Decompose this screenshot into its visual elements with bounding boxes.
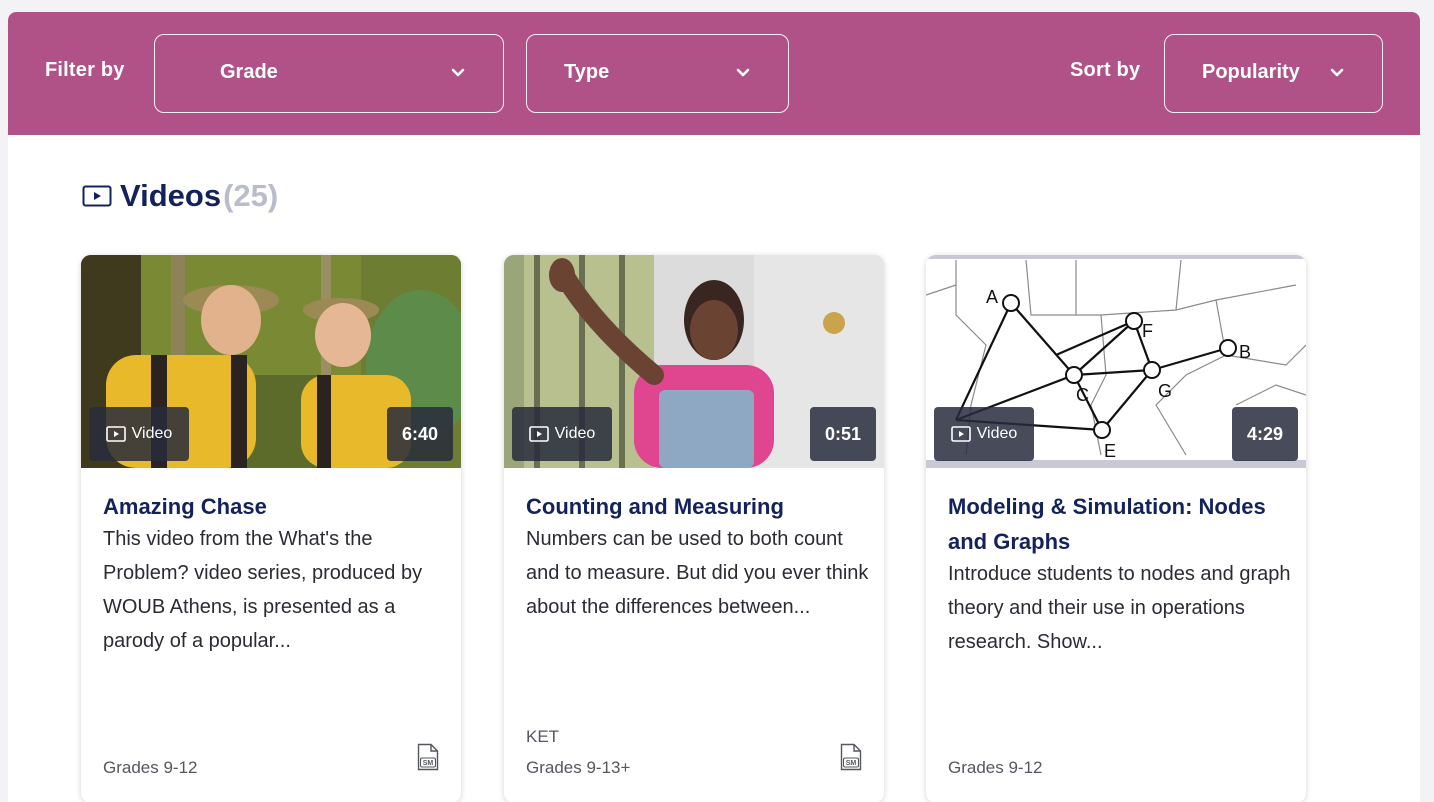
graph-node-label: G — [1158, 381, 1172, 401]
duration-badge: 6:40 — [387, 407, 453, 461]
chevron-down-icon — [736, 68, 750, 77]
video-card[interactable]: Video 0:51 Counting and Measuring Number… — [504, 255, 884, 802]
card-description: This video from the What's the Problem? … — [103, 528, 423, 652]
section-heading: Videos (25) — [82, 176, 278, 216]
video-thumbnail[interactable]: A F B C G E Video 4:29 — [926, 255, 1306, 468]
video-play-icon — [105, 426, 126, 442]
video-type-label: Video — [554, 425, 596, 442]
graph-node-label: E — [1104, 441, 1116, 461]
video-thumbnail[interactable]: Video 6:40 — [81, 255, 461, 468]
card-grades: Grades 9-12 — [103, 758, 198, 777]
page: Filter by Grade Type Sort by Popularity — [8, 12, 1420, 802]
video-thumbnail[interactable]: Video 0:51 — [504, 255, 884, 468]
video-play-icon — [82, 185, 112, 207]
section-count: (25) — [223, 178, 279, 213]
card-title[interactable]: Amazing Chase — [103, 489, 443, 524]
sm-icon-text: SM — [423, 760, 434, 767]
grade-dropdown[interactable]: Grade — [154, 34, 504, 113]
sm-document-icon: SM — [840, 743, 862, 771]
duration-badge: 0:51 — [810, 407, 876, 461]
sort-dropdown[interactable]: Popularity — [1164, 34, 1383, 113]
filter-by-label: Filter by — [45, 59, 125, 81]
graph-node-label: F — [1142, 321, 1153, 341]
video-play-icon — [950, 426, 971, 442]
sm-document-icon: SM — [417, 743, 439, 771]
card-source: KET — [526, 727, 560, 746]
video-play-icon — [528, 426, 549, 442]
card-title[interactable]: Counting and Measuring — [526, 489, 866, 524]
filter-bar: Filter by Grade Type Sort by Popularity — [8, 12, 1420, 135]
video-type-badge: Video — [89, 407, 189, 461]
graph-node-label: C — [1076, 385, 1089, 405]
video-card[interactable]: A F B C G E Video 4:29 Modeling & Simula… — [926, 255, 1306, 802]
duration-badge: 4:29 — [1232, 407, 1298, 461]
type-dropdown-label: Type — [564, 61, 610, 83]
sm-icon-text: SM — [846, 760, 857, 767]
graph-node-label: B — [1239, 342, 1251, 362]
sort-dropdown-value: Popularity — [1202, 61, 1300, 83]
chevron-down-icon — [451, 68, 465, 77]
card-grades: Grades 9-13+ — [526, 758, 631, 777]
sort-by-label: Sort by — [1070, 59, 1141, 81]
grade-dropdown-label: Grade — [220, 61, 278, 83]
type-dropdown[interactable]: Type — [526, 34, 789, 113]
card-description: Introduce students to nodes and graph th… — [948, 563, 1291, 653]
card-description: Numbers can be used to both count and to… — [526, 528, 869, 618]
section-title: Videos — [120, 178, 222, 213]
video-type-label: Video — [976, 425, 1018, 442]
video-type-badge: Video — [512, 407, 612, 461]
video-type-badge: Video — [934, 407, 1034, 461]
card-grades: Grades 9-12 — [948, 758, 1043, 777]
chevron-down-icon — [1330, 68, 1344, 77]
video-card[interactable]: Video 6:40 Amazing Chase This video from… — [81, 255, 461, 802]
card-title[interactable]: Modeling & Simulation: Nodes and Graphs — [948, 489, 1288, 559]
graph-node-label: A — [986, 287, 998, 307]
video-type-label: Video — [131, 425, 173, 442]
